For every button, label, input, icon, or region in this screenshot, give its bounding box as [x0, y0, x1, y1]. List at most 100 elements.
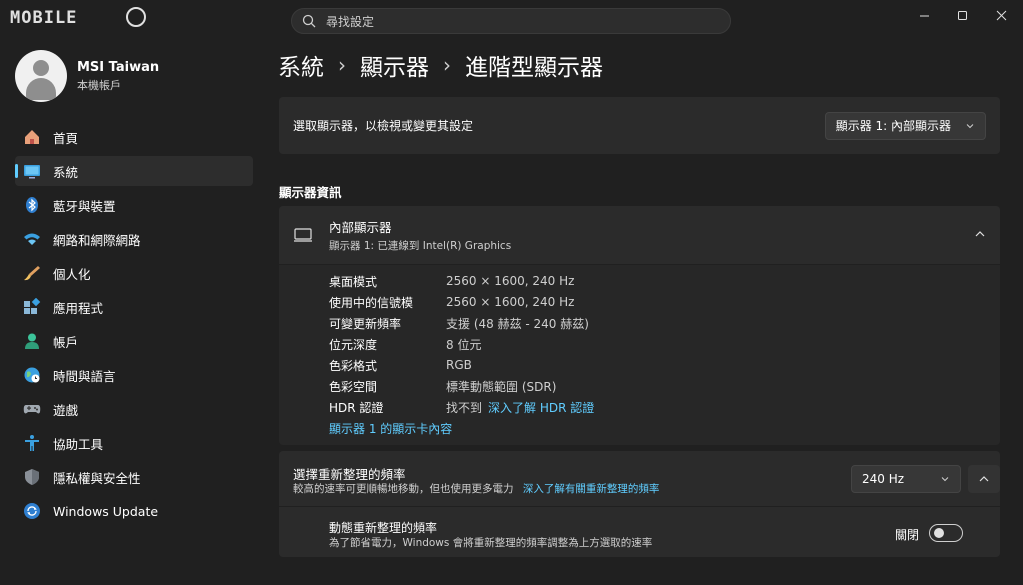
- info-row: 桌面模式 2560 × 1600, 240 Hz: [329, 271, 574, 291]
- dynamic-desc: 為了節省電力，Windows 會將重新整理的頻率調整為上方選取的速率: [329, 537, 653, 549]
- monitor-icon: [294, 228, 312, 242]
- chevron-up-icon[interactable]: [974, 228, 986, 240]
- breadcrumb-display[interactable]: 顯示器: [360, 48, 429, 82]
- dynamic-refresh-toggle[interactable]: [929, 524, 963, 542]
- info-row: 位元深度 8 位元: [329, 334, 481, 354]
- breadcrumb-separator: ›: [443, 53, 451, 77]
- display-select-label: 選取顯示器，以檢視或變更其設定: [293, 119, 474, 133]
- adapter-properties-link[interactable]: 顯示器 1 的顯示卡內容: [329, 420, 452, 437]
- toggle-knob: [934, 528, 944, 538]
- refresh-rate-value: 240 Hz: [862, 472, 905, 486]
- maximize-icon: [957, 10, 967, 20]
- refresh-desc-text: 較高的速率可更順暢地移動，但也使用更多電力: [293, 483, 514, 495]
- section-title: 顯示器資訊: [279, 185, 342, 200]
- sidebar-item-system[interactable]: 系統: [15, 156, 253, 186]
- sidebar-item-label: 時間與語言: [53, 368, 116, 384]
- info-row: 色彩空間 標準動態範圍 (SDR): [329, 376, 556, 396]
- globe-icon: [23, 366, 41, 384]
- sidebar-item-label: 個人化: [53, 266, 91, 282]
- search-icon: [302, 14, 316, 28]
- refresh-desc: 較高的速率可更順暢地移動，但也使用更多電力 深入了解有關重新整理的頻率: [293, 481, 659, 496]
- page-title: 進階型顯示器: [465, 55, 603, 81]
- info-key: 位元深度: [329, 337, 378, 352]
- user-profile[interactable]: MSI Taiwan 本機帳戶: [15, 50, 159, 102]
- info-value: 標準動態範圍 (SDR): [446, 379, 557, 394]
- display-info-panel: 桌面模式 2560 × 1600, 240 Hz 使用中的信號模 2560 × …: [279, 265, 1000, 445]
- monitor-connection: 顯示器 1: 已連線到 Intel(R) Graphics: [329, 240, 512, 252]
- apps-icon: [23, 298, 41, 316]
- sidebar-item-windows-update[interactable]: Windows Update: [15, 496, 253, 526]
- sidebar-item-apps[interactable]: 應用程式: [15, 292, 253, 322]
- refresh-expand-button[interactable]: [968, 465, 1000, 493]
- logo-ring-icon: [126, 7, 146, 27]
- display-select-value: 顯示器 1: 內部顯示器: [835, 119, 951, 133]
- monitor-name: 內部顯示器: [329, 220, 392, 235]
- sidebar-item-home[interactable]: 首頁: [15, 122, 253, 152]
- info-value: 2560 × 1600, 240 Hz: [446, 295, 575, 309]
- sidebar-item-accounts[interactable]: 帳戶: [15, 326, 253, 356]
- sidebar-item-bluetooth[interactable]: 藍牙與裝置: [15, 190, 253, 220]
- account-icon: [23, 332, 41, 350]
- search-box[interactable]: 尋找設定: [291, 8, 731, 34]
- info-row-hdr: HDR 認證 找不到 深入了解 HDR 認證: [329, 397, 594, 417]
- breadcrumb-system[interactable]: 系統: [278, 48, 324, 82]
- adapter-row: 顯示器 1 的顯示卡內容: [329, 418, 452, 438]
- info-row: 可變更新頻率 支援 (48 赫茲 - 240 赫茲): [329, 313, 589, 333]
- sidebar-item-label: 隱私權與安全性: [53, 470, 141, 486]
- info-key: 使用中的信號模: [329, 295, 414, 310]
- info-value: 支援 (48 赫茲 - 240 赫茲): [446, 316, 589, 331]
- info-key: 色彩空間: [329, 379, 378, 394]
- sidebar-nav: 首頁 系統 藍牙與裝置 網路和網際網路 個人化 應用程式 帳戶 時間與語言 遊戲…: [15, 122, 253, 530]
- profile-name: MSI Taiwan: [77, 59, 160, 75]
- brush-icon: [23, 264, 41, 282]
- refresh-rate-dropdown[interactable]: 240 Hz: [851, 465, 961, 493]
- profile-account: 本機帳戶: [77, 78, 121, 92]
- home-icon: [23, 128, 41, 146]
- sidebar-item-label: 網路和網際網路: [53, 232, 141, 248]
- info-value: 2560 × 1600, 240 Hz: [446, 274, 575, 288]
- hdr-value: 找不到: [446, 400, 483, 415]
- minimize-icon: [919, 15, 929, 16]
- bluetooth-icon: [23, 196, 41, 214]
- sidebar-item-gaming[interactable]: 遊戲: [15, 394, 253, 424]
- monitor-header[interactable]: 內部顯示器 顯示器 1: 已連線到 Intel(R) Graphics: [279, 206, 1000, 264]
- sidebar-item-personalization[interactable]: 個人化: [15, 258, 253, 288]
- chevron-up-icon: [979, 476, 989, 482]
- info-key: 可變更新頻率: [329, 316, 402, 331]
- wifi-icon: [23, 230, 41, 248]
- dynamic-refresh-card: 動態重新整理的頻率 為了節省電力，Windows 會將重新整理的頻率調整為上方選…: [279, 507, 1000, 557]
- app-logo: MOBILE: [10, 6, 146, 32]
- close-button[interactable]: [981, 2, 1021, 28]
- sidebar-item-privacy[interactable]: 隱私權與安全性: [15, 462, 253, 492]
- update-icon: [23, 502, 41, 520]
- info-value: RGB: [446, 358, 472, 372]
- display-select-dropdown[interactable]: 顯示器 1: 內部顯示器: [824, 111, 986, 140]
- shield-icon: [23, 468, 41, 486]
- info-key: 色彩格式: [329, 358, 378, 373]
- sidebar-item-network[interactable]: 網路和網際網路: [15, 224, 253, 254]
- info-row: 色彩格式 RGB: [329, 355, 472, 375]
- breadcrumb: 系統 › 顯示器 › 進階型顯示器: [278, 48, 603, 82]
- minimize-button[interactable]: [904, 2, 944, 28]
- hdr-learn-more-link[interactable]: 深入了解 HDR 認證: [488, 399, 594, 416]
- logo-text: MOBILE: [10, 8, 78, 28]
- chevron-down-icon: [966, 123, 974, 128]
- breadcrumb-separator: ›: [338, 53, 346, 77]
- sidebar-item-time-language[interactable]: 時間與語言: [15, 360, 253, 390]
- sidebar-item-label: 藍牙與裝置: [53, 198, 116, 214]
- toggle-state-label: 關閉: [895, 528, 920, 542]
- sidebar-item-label: 帳戶: [53, 334, 79, 350]
- dynamic-title: 動態重新整理的頻率: [329, 521, 438, 535]
- sidebar-item-label: 應用程式: [53, 300, 104, 316]
- sidebar-item-accessibility[interactable]: 協助工具: [15, 428, 253, 458]
- refresh-rate-card: 選擇重新整理的頻率 較高的速率可更順暢地移動，但也使用更多電力 深入了解有關重新…: [279, 451, 1000, 506]
- maximize-button[interactable]: [942, 2, 982, 28]
- sidebar-item-label: 首頁: [53, 130, 79, 146]
- refresh-learn-more-link[interactable]: 深入了解有關重新整理的頻率: [523, 483, 660, 495]
- sidebar-item-label: Windows Update: [53, 503, 159, 519]
- avatar: [15, 50, 67, 102]
- sidebar-item-label: 協助工具: [53, 436, 104, 452]
- sidebar-item-label: 系統: [53, 164, 79, 180]
- gamepad-icon: [23, 400, 41, 418]
- info-row: 使用中的信號模 2560 × 1600, 240 Hz: [329, 292, 574, 312]
